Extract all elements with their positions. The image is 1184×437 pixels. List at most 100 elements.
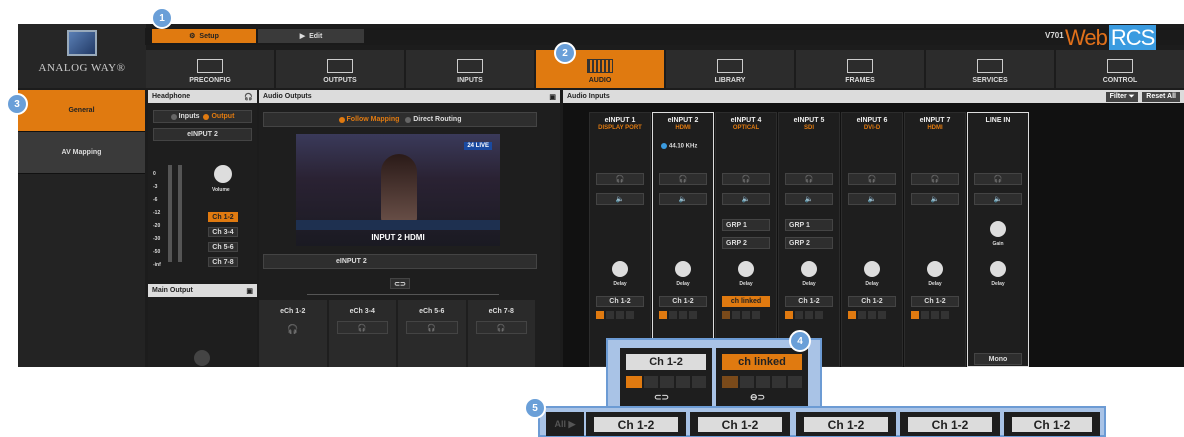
- channel-pair-button[interactable]: Ch 1-2: [596, 296, 644, 307]
- zoom-row-ch[interactable]: Ch 1-2: [796, 412, 896, 436]
- menu-control[interactable]: CONTROL: [1056, 50, 1184, 88]
- headphone-icon[interactable]: 🎧: [974, 173, 1022, 185]
- speaker-icon[interactable]: 🔈: [911, 193, 959, 205]
- delay-knob[interactable]: [612, 261, 628, 277]
- zoom-row-ch[interactable]: Ch 1-2: [900, 412, 1000, 436]
- all-button[interactable]: All ▶: [546, 412, 584, 436]
- zoom-linked-button[interactable]: ch linked: [722, 354, 802, 370]
- menu-outputs[interactable]: OUTPUTS: [276, 50, 404, 88]
- link-button[interactable]: ⊂⊃: [390, 278, 410, 289]
- channel-slot[interactable]: [931, 311, 939, 319]
- speaker-icon[interactable]: 🔈: [974, 193, 1022, 205]
- menu-library[interactable]: LIBRARY: [666, 50, 794, 88]
- hp-ch78[interactable]: Ch 7-8: [208, 257, 238, 267]
- zoom-link-icon[interactable]: ⊖⊃: [750, 392, 765, 403]
- channel-slot[interactable]: [878, 311, 886, 319]
- zoom-slot-linked[interactable]: [722, 376, 738, 388]
- headphone-icon[interactable]: 🎧: [659, 173, 707, 185]
- zoom-row-ch[interactable]: Ch 1-2: [1004, 412, 1100, 436]
- channel-slot[interactable]: [722, 311, 730, 319]
- tab-setup[interactable]: ⚙ Setup: [152, 29, 256, 43]
- inputs-output-toggle[interactable]: Inputs Output: [153, 110, 252, 123]
- mono-button[interactable]: Mono: [974, 353, 1022, 365]
- channel-slot[interactable]: [921, 311, 929, 319]
- headphone-icon[interactable]: 🎧: [475, 321, 527, 334]
- main-output-knob[interactable]: [194, 350, 210, 366]
- delay-knob[interactable]: [738, 261, 754, 277]
- channel-slot[interactable]: [752, 311, 760, 319]
- zoom-unlink-icon[interactable]: ⊂⊃: [654, 392, 669, 403]
- channel-pair-button[interactable]: Ch 1-2: [785, 296, 833, 307]
- channel-slot[interactable]: [659, 311, 667, 319]
- channel-pair-button[interactable]: ch linked: [722, 296, 770, 307]
- channel-slot[interactable]: [626, 311, 634, 319]
- menu-services[interactable]: SERVICES: [926, 50, 1054, 88]
- zoom-slots[interactable]: [740, 376, 802, 388]
- delay-knob[interactable]: [801, 261, 817, 277]
- channel-slot[interactable]: [911, 311, 919, 319]
- channel-slot[interactable]: [815, 311, 823, 319]
- channel-pair-button[interactable]: Ch 1-2: [659, 296, 707, 307]
- delay-knob[interactable]: [864, 261, 880, 277]
- selected-input[interactable]: eINPUT 2: [263, 254, 537, 269]
- channel-slot[interactable]: [858, 311, 866, 319]
- reset-all-button[interactable]: Reset All: [1142, 91, 1180, 102]
- headphone-icon[interactable]: 🎧: [596, 173, 644, 185]
- channel-pair-button[interactable]: Ch 1-2: [911, 296, 959, 307]
- hp-ch56[interactable]: Ch 5-6: [208, 242, 238, 252]
- channel-slot[interactable]: [941, 311, 949, 319]
- speaker-icon[interactable]: 🔈: [848, 193, 896, 205]
- channel-slot[interactable]: [805, 311, 813, 319]
- channel-slot[interactable]: [606, 311, 614, 319]
- zoom-row-ch[interactable]: Ch 1-2: [586, 412, 686, 436]
- zoom-slot-active[interactable]: [626, 376, 642, 388]
- channel-slot[interactable]: [795, 311, 803, 319]
- speaker-icon[interactable]: 🔈: [785, 193, 833, 205]
- sidebar-item-general[interactable]: General: [18, 90, 145, 132]
- group1-select[interactable]: GRP 1: [785, 219, 833, 231]
- sidebar-item-av-mapping[interactable]: AV Mapping: [18, 132, 145, 174]
- delay-knob[interactable]: [927, 261, 943, 277]
- channel-slot[interactable]: [679, 311, 687, 319]
- zoom-slots[interactable]: [644, 376, 706, 388]
- zoom-row-ch[interactable]: Ch 1-2: [690, 412, 790, 436]
- delay-knob[interactable]: [675, 261, 691, 277]
- headphone-icon[interactable]: 🎧: [911, 173, 959, 185]
- group2-select[interactable]: GRP 2: [785, 237, 833, 249]
- channel-slot[interactable]: [732, 311, 740, 319]
- headphone-source[interactable]: eINPUT 2: [153, 128, 252, 141]
- speaker-icon[interactable]: 🔈: [596, 193, 644, 205]
- headphone-icon[interactable]: 🎧: [406, 321, 458, 334]
- volume-fader[interactable]: [168, 165, 172, 262]
- group2-select[interactable]: GRP 2: [722, 237, 770, 249]
- headphone-icon[interactable]: 🎧: [785, 173, 833, 185]
- channel-slot[interactable]: [669, 311, 677, 319]
- channel-slot[interactable]: [785, 311, 793, 319]
- tab-edit[interactable]: ▶ Edit: [258, 29, 364, 43]
- headphone-icon[interactable]: 🎧: [259, 324, 327, 335]
- speaker-icon[interactable]: 🔈: [659, 193, 707, 205]
- gain-knob[interactable]: [990, 221, 1006, 237]
- speaker-icon[interactable]: 🔈: [722, 193, 770, 205]
- mapping-toggle[interactable]: Follow Mapping Direct Routing: [263, 112, 537, 127]
- channel-slot[interactable]: [689, 311, 697, 319]
- group1-select[interactable]: GRP 1: [722, 219, 770, 231]
- menu-inputs[interactable]: INPUTS: [406, 50, 534, 88]
- headphone-icon[interactable]: 🎧: [722, 173, 770, 185]
- channel-slot[interactable]: [868, 311, 876, 319]
- channel-slot[interactable]: [848, 311, 856, 319]
- delay-knob[interactable]: [990, 261, 1006, 277]
- filter-button[interactable]: Filter ⏷: [1105, 91, 1139, 102]
- channel-slot[interactable]: [596, 311, 604, 319]
- zoom-ch12-button[interactable]: Ch 1-2: [626, 354, 706, 370]
- headphone-icon[interactable]: 🎧: [336, 321, 388, 334]
- menu-preconfig[interactable]: PRECONFIG: [146, 50, 274, 88]
- menu-frames[interactable]: FRAMES: [796, 50, 924, 88]
- hp-ch12[interactable]: Ch 1-2: [208, 212, 238, 222]
- headphone-icon[interactable]: 🎧: [848, 173, 896, 185]
- channel-pair-button[interactable]: Ch 1-2: [848, 296, 896, 307]
- channel-slot[interactable]: [616, 311, 624, 319]
- hp-ch34[interactable]: Ch 3-4: [208, 227, 238, 237]
- channel-slot[interactable]: [742, 311, 750, 319]
- volume-knob[interactable]: [214, 165, 232, 183]
